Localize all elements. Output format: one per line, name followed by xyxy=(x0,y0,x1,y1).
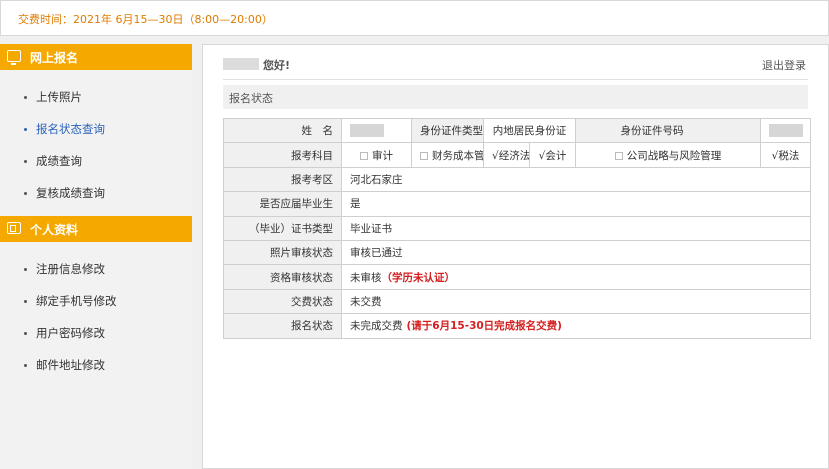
row-label: 报名状态 xyxy=(223,313,342,339)
notice-bar: 交费时间：2021年 6月15—30日（8:00—20:00） xyxy=(0,0,829,36)
exam-region-value: 河北石家庄 xyxy=(350,173,403,186)
row-label: 照片审核状态 xyxy=(223,239,342,266)
row-value: 毕业证书 xyxy=(341,215,811,241)
bullet-icon xyxy=(24,332,27,335)
sidebar-item-upload-photo[interactable]: 上传照片 xyxy=(24,89,82,105)
sidebar-section-online-registration[interactable]: 网上报名 xyxy=(0,44,192,70)
row-label: 交费状态 xyxy=(223,288,342,315)
sidebar-item-label: 用户密码修改 xyxy=(36,326,105,340)
row-label: 资格审核状态 xyxy=(223,264,342,290)
greeting: 您好! xyxy=(263,59,291,72)
table-row: 报名状态 未完成交费 (请于6月15-30日完成报名交费) xyxy=(223,313,811,339)
notice-text: 交费时间：2021年 6月15—30日（8:00—20:00） xyxy=(18,13,273,26)
status-section-header: 报名状态 xyxy=(223,85,808,109)
bullet-icon xyxy=(24,268,27,271)
bullet-icon xyxy=(24,96,27,99)
checkbox-icon xyxy=(420,151,428,160)
checkbox-icon xyxy=(360,151,368,160)
id-number-label: 身份证件号码 xyxy=(575,117,761,144)
main-panel: 您好! 退出登录 报名状态 姓 名 身份证件类型 内地居民身份证 身份证件号码 … xyxy=(202,44,829,469)
id-card-icon xyxy=(7,222,21,234)
id-number-value-redacted xyxy=(760,117,811,144)
sidebar-item-label: 注册信息修改 xyxy=(36,262,105,276)
row-label: 是否应届毕业生 xyxy=(223,191,342,217)
sidebar-item-edit-password[interactable]: 用户密码修改 xyxy=(24,325,105,341)
divider xyxy=(223,79,808,80)
id-type-value: 内地居民身份证 xyxy=(483,117,576,144)
bullet-icon xyxy=(24,364,27,367)
sidebar-section-title: 网上报名 xyxy=(30,51,79,65)
sidebar-item-label: 成绩查询 xyxy=(36,154,82,168)
table-row: 是否应届毕业生 是 xyxy=(223,191,811,217)
registration-status-table: 姓 名 身份证件类型 内地居民身份证 身份证件号码 报考科目 审计 财务成本管理… xyxy=(223,117,811,339)
registration-status-value: 未完成交费 xyxy=(350,320,403,333)
check-mark: √ xyxy=(492,149,499,162)
sidebar-item-edit-email[interactable]: 邮件地址修改 xyxy=(24,357,105,373)
redacted-block xyxy=(769,124,803,138)
table-row: 姓 名 身份证件类型 内地居民身份证 身份证件号码 xyxy=(223,117,811,144)
table-row: 报考科目 审计 财务成本管理 √经济法 √会计 公司战略与风险管理 √税法 xyxy=(223,142,811,168)
row-value: 未完成交费 (请于6月15-30日完成报名交费) xyxy=(341,313,811,339)
sidebar-item-status-query[interactable]: 报名状态查询 xyxy=(24,121,105,137)
table-row: 交费状态 未交费 xyxy=(223,288,811,315)
subject-audit: 审计 xyxy=(341,142,412,168)
table-row: 资格审核状态 未审核（学历未认证） xyxy=(223,264,811,290)
row-value: 审核已通过 xyxy=(341,239,811,266)
subject-name: 税法 xyxy=(778,149,800,162)
sidebar-section-personal-info[interactable]: 个人资料 xyxy=(0,216,192,242)
qualification-review-status-value: 未审核 xyxy=(350,271,382,284)
sidebar-item-label: 报名状态查询 xyxy=(36,122,105,136)
status-section-title: 报名状态 xyxy=(229,92,273,105)
certificate-type-value: 毕业证书 xyxy=(350,222,392,235)
bullet-icon xyxy=(24,160,27,163)
sidebar-item-score-query[interactable]: 成绩查询 xyxy=(24,153,82,169)
checkbox-icon xyxy=(614,151,623,160)
row-value: 河北石家庄 xyxy=(341,166,811,193)
sidebar-item-label: 邮件地址修改 xyxy=(36,358,105,372)
redacted-block xyxy=(350,124,384,138)
bullet-icon xyxy=(24,128,27,131)
subject-corporate-strategy-risk: 公司战略与风险管理 xyxy=(575,142,761,168)
subject-financial-cost-management: 财务成本管理 xyxy=(411,142,484,168)
subject-name: 经济法 xyxy=(498,149,530,162)
username-redacted xyxy=(223,58,259,70)
logout-link[interactable]: 退出登录 xyxy=(762,57,806,73)
bullet-icon xyxy=(24,300,27,303)
fresh-graduate-value: 是 xyxy=(350,198,361,211)
subject-name: 公司战略与风险管理 xyxy=(626,149,722,162)
table-row: 照片审核状态 审核已通过 xyxy=(223,239,811,266)
bullet-icon xyxy=(24,192,27,195)
sidebar-item-label: 绑定手机号修改 xyxy=(36,294,117,308)
sidebar-item-edit-registration[interactable]: 注册信息修改 xyxy=(24,261,105,277)
row-value: 是 xyxy=(341,191,811,217)
sidebar-section-title: 个人资料 xyxy=(30,223,79,237)
name-value-redacted xyxy=(341,117,412,144)
subjects-label: 报考科目 xyxy=(223,142,342,168)
sidebar: 网上报名 上传照片 报名状态查询 成绩查询 复核成绩查询 个人资料 注册信息修改… xyxy=(0,44,192,469)
id-type-label: 身份证件类型 xyxy=(411,117,484,144)
row-label: 报考考区 xyxy=(223,166,342,193)
monitor-icon xyxy=(7,50,21,65)
sidebar-item-label: 复核成绩查询 xyxy=(36,186,105,200)
table-row: （毕业）证书类型 毕业证书 xyxy=(223,215,811,241)
sidebar-item-review-score-query[interactable]: 复核成绩查询 xyxy=(24,185,105,201)
registration-alert-note: (请于6月15-30日完成报名交费) xyxy=(406,320,563,333)
subject-name: 会计 xyxy=(545,149,567,162)
row-value: 未交费 xyxy=(341,288,811,315)
qualification-alert-note: （学历未认证） xyxy=(381,271,456,284)
subject-name: 财务成本管理 xyxy=(432,149,484,162)
subject-tax-law: √税法 xyxy=(760,142,811,168)
subject-accounting: √会计 xyxy=(529,142,576,168)
sidebar-item-edit-phone[interactable]: 绑定手机号修改 xyxy=(24,293,117,309)
photo-review-status-value: 审核已通过 xyxy=(350,247,403,260)
row-value: 未审核（学历未认证） xyxy=(341,264,811,290)
table-row: 报考考区 河北石家庄 xyxy=(223,166,811,193)
sidebar-item-label: 上传照片 xyxy=(36,90,82,104)
subject-economic-law: √经济法 xyxy=(483,142,530,168)
subject-name: 审计 xyxy=(372,149,393,162)
name-label: 姓 名 xyxy=(223,117,342,144)
payment-status-value: 未交费 xyxy=(350,295,382,308)
row-label: （毕业）证书类型 xyxy=(223,215,342,241)
